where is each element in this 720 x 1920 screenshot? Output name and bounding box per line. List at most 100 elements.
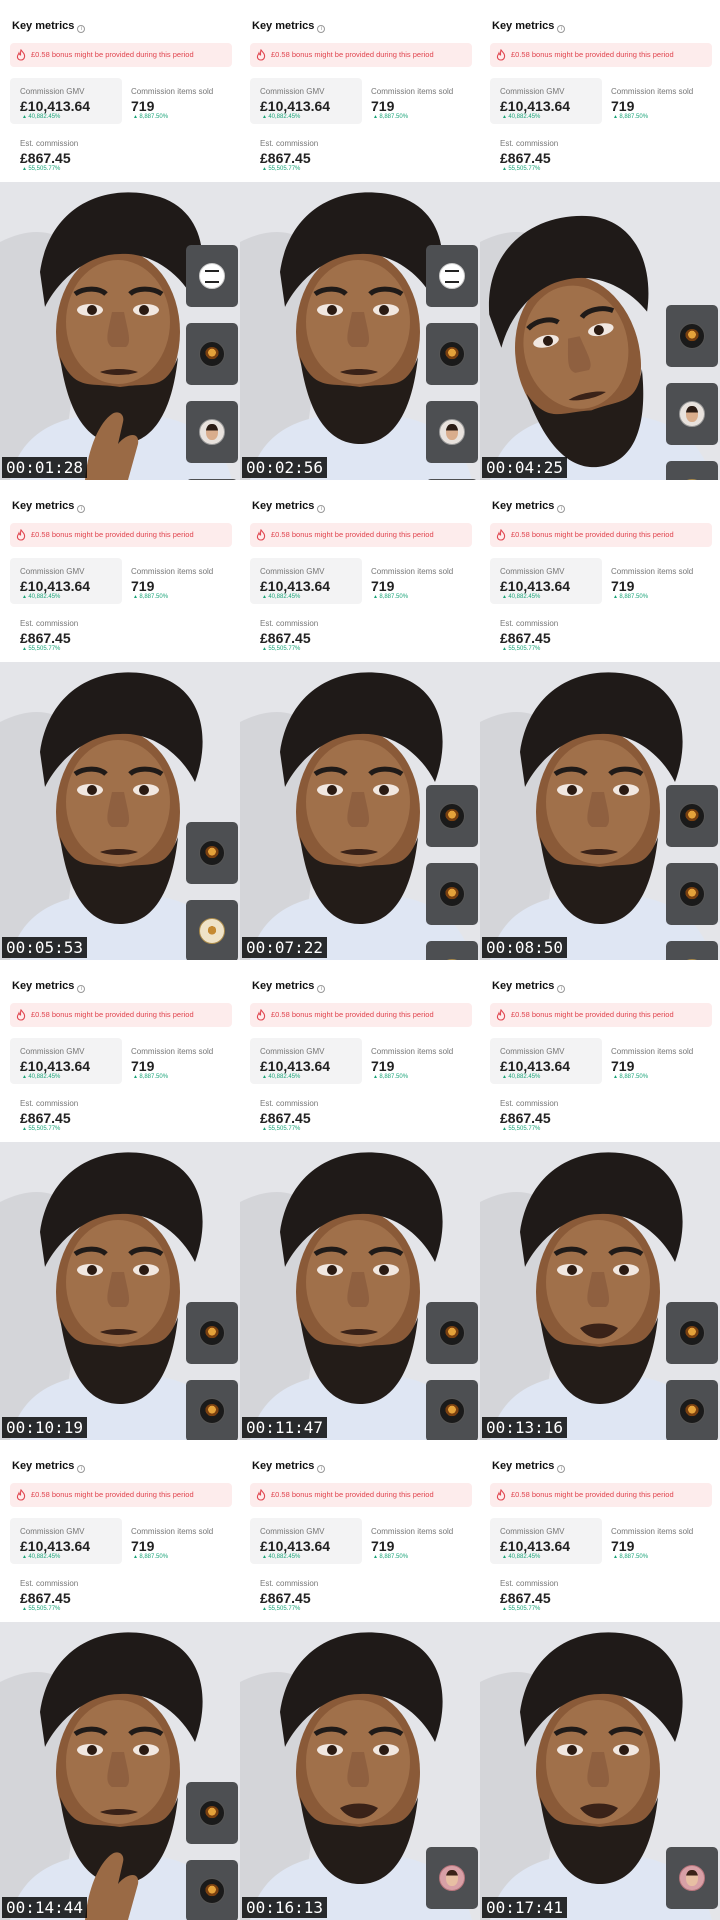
flame-icon (496, 1489, 506, 1501)
commission-gmv-change: 40,882.45% (262, 1074, 300, 1080)
bonus-text: £0.58 bonus might be provided during thi… (271, 50, 434, 59)
presenter-video: 00:14:44 (0, 1622, 240, 1920)
info-circle-icon[interactable]: i (77, 25, 86, 33)
guest-thumbnail[interactable] (426, 401, 478, 463)
commission-items-value: 719 (611, 98, 635, 114)
guest-thumbnail[interactable] (186, 323, 238, 385)
guest-thumbnail-column (186, 245, 238, 480)
commission-items-change: 8,887.50% (373, 114, 408, 120)
est-commission-value: £867.45 (500, 150, 551, 166)
guest-thumbnail[interactable] (426, 785, 478, 847)
guest-thumbnail[interactable] (426, 1380, 478, 1440)
frame-tile: Key metrics i £0.58 bonus might be provid… (480, 960, 720, 1440)
guest-thumbnail[interactable] (186, 1302, 238, 1364)
key-metrics-title-text: Key metrics (12, 980, 75, 992)
guest-thumbnail[interactable] (426, 1302, 478, 1364)
info-circle-icon[interactable]: i (77, 1465, 86, 1473)
guest-thumbnail[interactable] (666, 305, 718, 367)
est-commission-change: 55,505.77% (502, 1606, 540, 1612)
commission-gmv-value: £10,413.64 (20, 98, 91, 114)
guest-thumbnail[interactable] (186, 1380, 238, 1440)
guest-thumbnail[interactable] (186, 1860, 238, 1920)
info-circle-icon[interactable]: i (557, 985, 566, 993)
guest-thumbnail[interactable] (426, 245, 478, 307)
commission-gmv-change: 40,882.45% (262, 594, 300, 600)
guest-thumbnail[interactable] (666, 461, 718, 480)
timestamp-label: 00:13:16 (482, 1417, 568, 1438)
bonus-banner: £0.58 bonus might be provided during thi… (490, 1483, 712, 1507)
est-commission-value: £867.45 (260, 150, 311, 166)
guest-thumbnail[interactable] (666, 1302, 718, 1364)
est-commission-label: Est. commission (500, 1579, 559, 1588)
commission-gmv-change: 40,882.45% (22, 594, 60, 600)
commission-gmv-label: Commission GMV (20, 1047, 85, 1056)
presenter-video: 00:13:16 (480, 1142, 720, 1440)
info-circle-icon[interactable]: i (77, 985, 86, 993)
key-metrics-title-text: Key metrics (252, 20, 315, 32)
guest-thumbnail[interactable] (186, 900, 238, 960)
flame-icon (256, 1489, 266, 1501)
guest-thumbnail-column (666, 305, 718, 480)
commission-items-label: Commission items sold (131, 87, 214, 96)
info-circle-icon[interactable]: i (317, 985, 326, 993)
commission-gmv-value: £10,413.64 (20, 1538, 91, 1554)
info-circle-icon[interactable]: i (77, 505, 86, 513)
guest-thumbnail[interactable] (426, 863, 478, 925)
bonus-text: £0.58 bonus might be provided during thi… (511, 530, 674, 539)
guest-thumbnail[interactable] (666, 1847, 718, 1909)
flame-icon (16, 49, 26, 61)
commission-items-value: 719 (131, 98, 155, 114)
presenter-video: 00:10:19 (0, 1142, 240, 1440)
guest-thumbnail[interactable] (186, 401, 238, 463)
bonus-banner: £0.58 bonus might be provided during thi… (250, 43, 472, 67)
timestamp-label: 00:07:22 (242, 937, 328, 958)
bonus-banner: £0.58 bonus might be provided during thi… (10, 523, 232, 547)
guest-thumbnail[interactable] (186, 822, 238, 884)
guest-thumbnail[interactable] (666, 383, 718, 445)
commission-gmv-value: £10,413.64 (260, 98, 331, 114)
guest-thumbnail[interactable] (426, 323, 478, 385)
info-circle-icon[interactable]: i (557, 505, 566, 513)
est-commission-change: 55,505.77% (22, 1606, 60, 1612)
guest-thumbnail[interactable] (666, 863, 718, 925)
video-frame-grid: Key metrics i £0.58 bonus might be provid… (0, 0, 720, 1920)
guest-thumbnail[interactable] (666, 1380, 718, 1440)
info-circle-icon[interactable]: i (317, 25, 326, 33)
presenter-video: 00:11:47 (240, 1142, 480, 1440)
est-commission-value: £867.45 (500, 630, 551, 646)
guest-thumbnail[interactable] (666, 941, 718, 960)
info-circle-icon[interactable]: i (317, 1465, 326, 1473)
guest-thumbnail-column (666, 1302, 718, 1440)
flame-icon (16, 1009, 26, 1021)
key-metrics-title: Key metrics i (492, 20, 566, 33)
info-circle-icon[interactable]: i (557, 25, 566, 33)
est-commission-value: £867.45 (20, 1590, 71, 1606)
flame-icon (256, 1009, 266, 1021)
guest-thumbnail[interactable] (426, 941, 478, 960)
presenter-video: 00:16:13 (240, 1622, 480, 1920)
commission-items-change: 8,887.50% (373, 1554, 408, 1560)
guest-thumbnail[interactable] (666, 785, 718, 847)
commission-gmv-value: £10,413.64 (500, 578, 571, 594)
bonus-banner: £0.58 bonus might be provided during thi… (490, 1003, 712, 1027)
info-circle-icon[interactable]: i (317, 505, 326, 513)
commission-items-label: Commission items sold (611, 87, 694, 96)
key-metrics-title: Key metrics i (12, 500, 86, 513)
frame-tile: Key metrics i £0.58 bonus might be provid… (480, 1440, 720, 1920)
key-metrics-title-text: Key metrics (492, 20, 555, 32)
guest-thumbnail[interactable] (186, 1782, 238, 1844)
timestamp-label: 00:02:56 (242, 457, 328, 478)
est-commission-value: £867.45 (500, 1110, 551, 1126)
commission-items-value: 719 (371, 98, 395, 114)
est-commission-value: £867.45 (260, 1590, 311, 1606)
key-metrics-title-text: Key metrics (12, 500, 75, 512)
info-circle-icon[interactable]: i (557, 1465, 566, 1473)
gold-coin-avatar-icon (199, 918, 225, 944)
est-commission-label: Est. commission (500, 619, 559, 628)
bonus-banner: £0.58 bonus might be provided during thi… (250, 1483, 472, 1507)
bonus-banner: £0.58 bonus might be provided during thi… (10, 1003, 232, 1027)
guest-thumbnail-column (666, 785, 718, 960)
guest-thumbnail[interactable] (426, 1847, 478, 1909)
guest-thumbnail[interactable] (186, 245, 238, 307)
key-metrics-title: Key metrics i (492, 980, 566, 993)
